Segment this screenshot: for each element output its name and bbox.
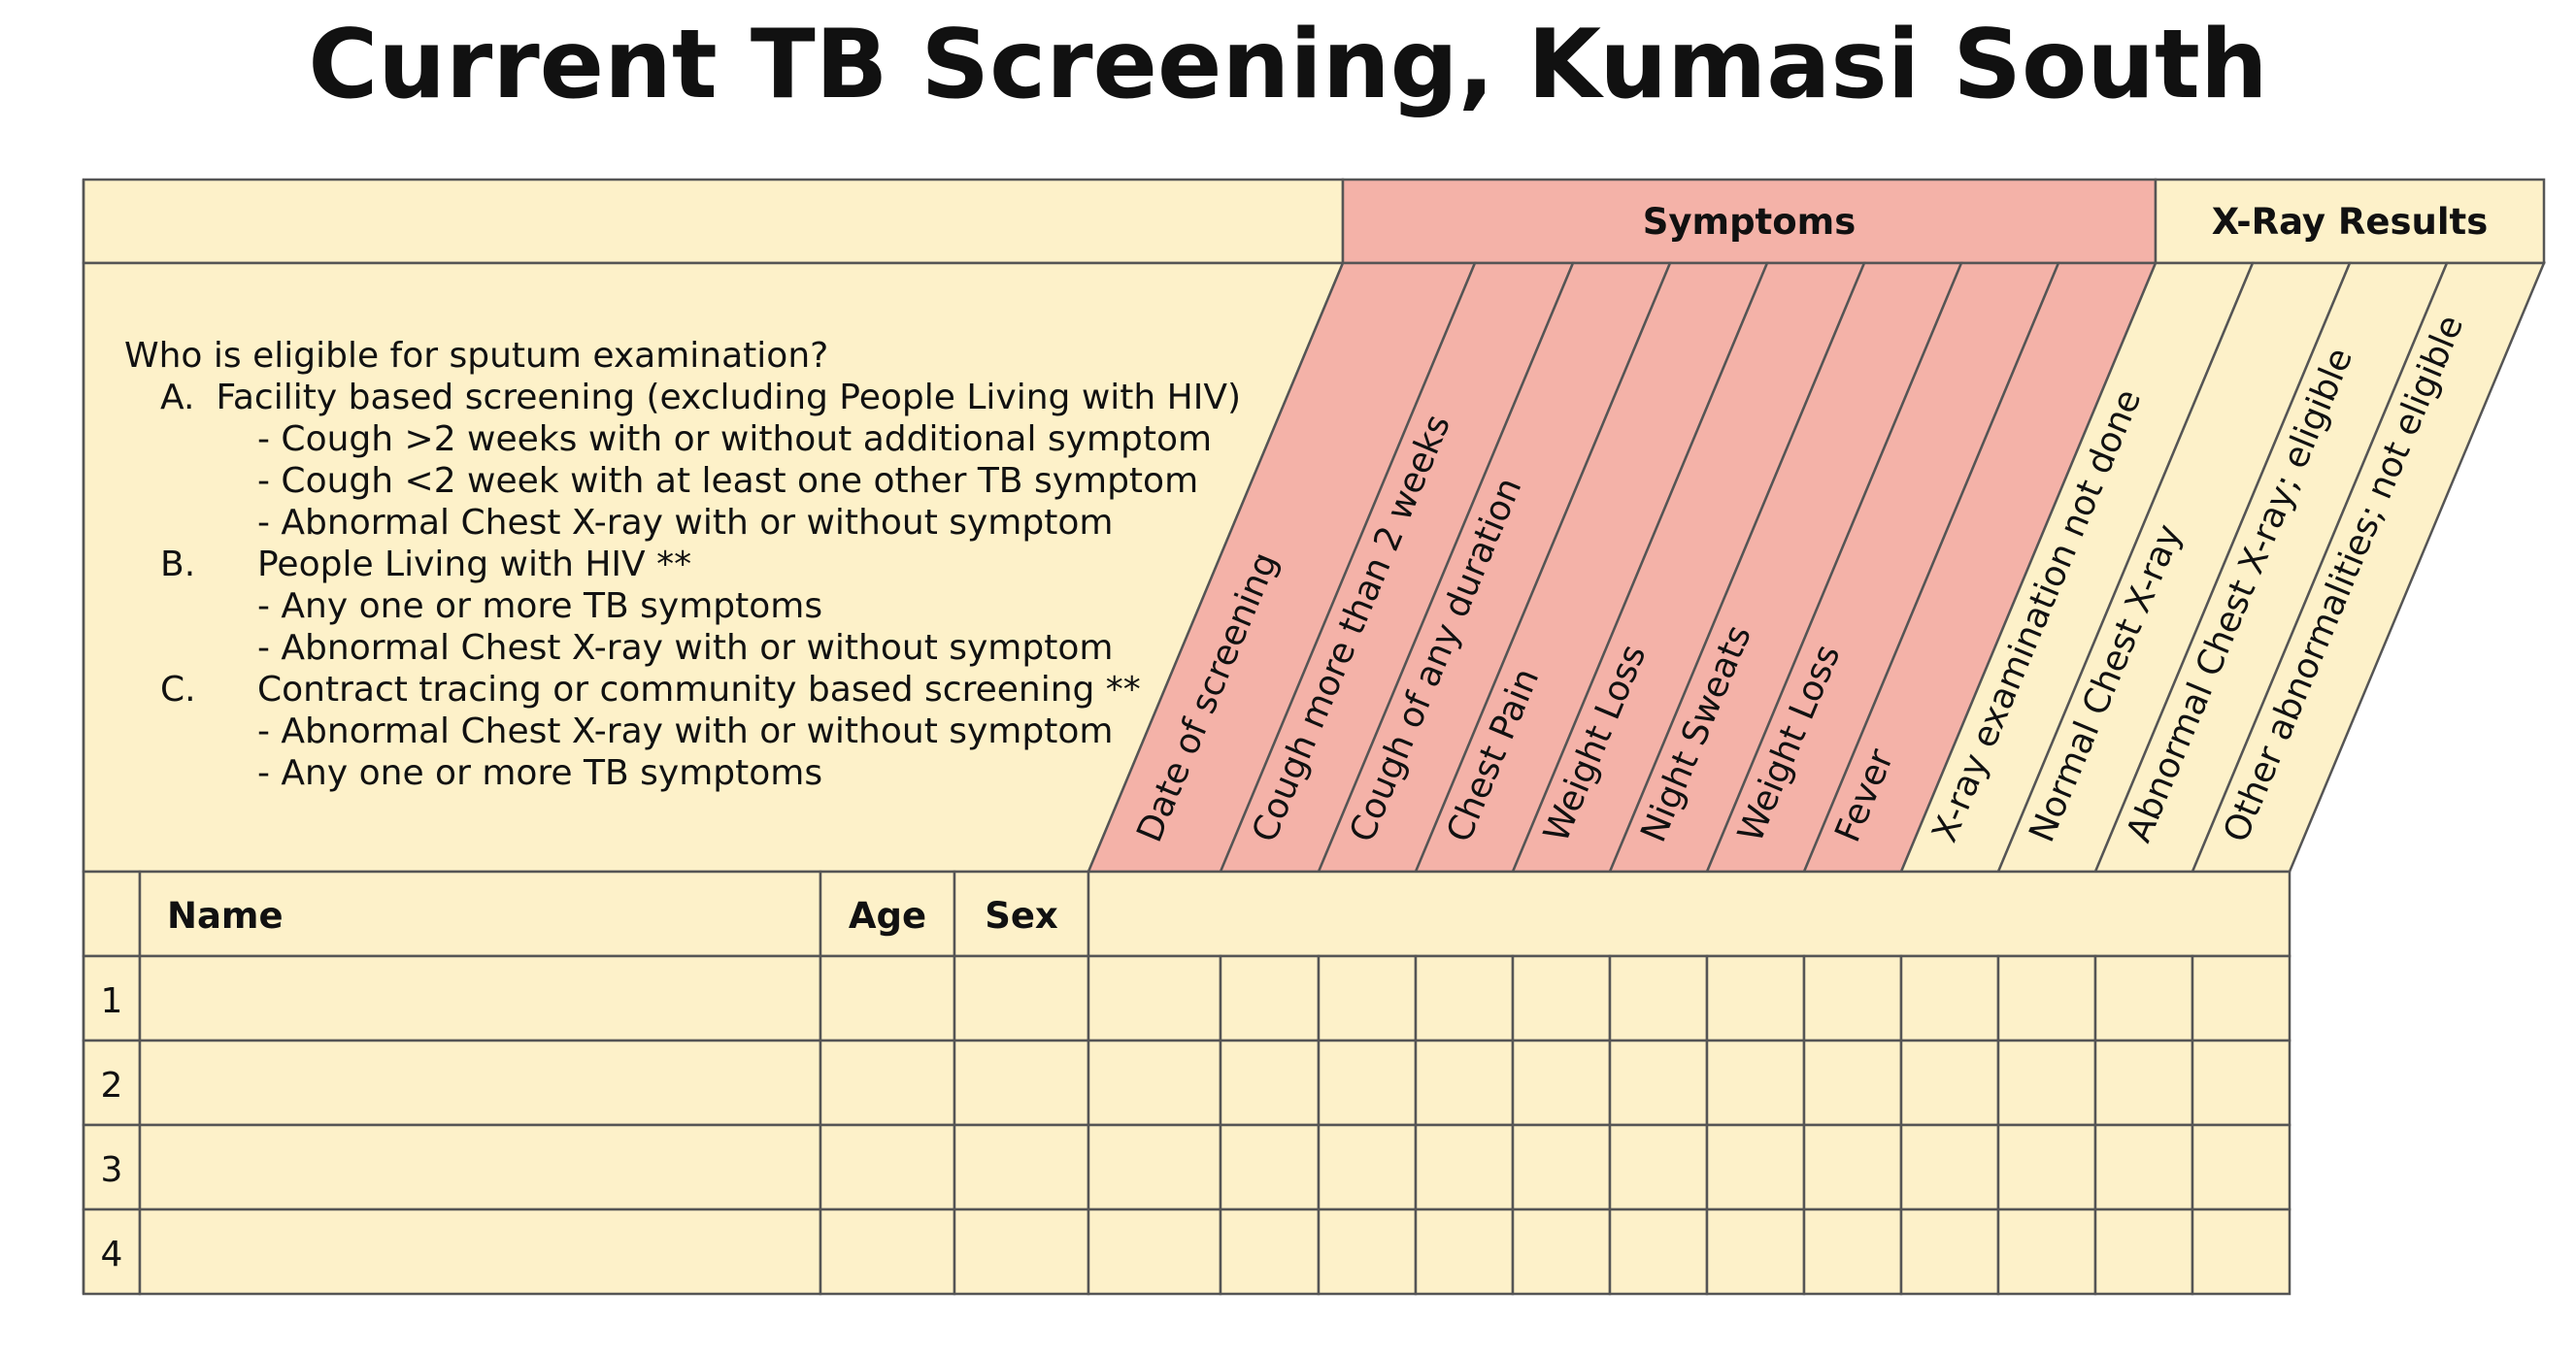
screening-input-cell[interactable] [1608, 1123, 1709, 1211]
screening-input-cell[interactable] [2191, 1039, 2292, 1127]
screening-input-cell[interactable] [1705, 954, 1806, 1042]
row-number-header [82, 870, 142, 958]
screening-input-cell[interactable] [1608, 954, 1709, 1042]
screening-input-cell[interactable] [1608, 1207, 1709, 1296]
screening-input-cell[interactable] [1899, 1207, 2000, 1296]
screening-input-cell[interactable] [1899, 954, 2000, 1042]
sex-input-cell[interactable] [953, 1123, 1090, 1211]
screening-input-cell[interactable] [1414, 1123, 1515, 1211]
criteria-item-a: A. Facility based screening (excluding P… [124, 377, 1241, 418]
criteria-sub: - Any one or more TB symptoms [257, 753, 823, 793]
header-blank-cell [82, 178, 1345, 265]
screening-input-cell[interactable] [1414, 1207, 1515, 1296]
symptoms-group-label: Symptoms [1643, 201, 1857, 243]
checkbox-header-blank [1087, 870, 2292, 958]
sex-input-cell[interactable] [953, 1039, 1090, 1127]
screening-input-cell[interactable] [1511, 954, 1612, 1042]
name-column-header: Name [167, 895, 284, 937]
age-input-cell[interactable] [819, 1039, 956, 1127]
screening-input-cell[interactable] [1996, 1123, 2097, 1211]
name-input-cell[interactable] [138, 1039, 822, 1127]
row-number: 1 [101, 981, 123, 1021]
row-number: 3 [101, 1150, 123, 1190]
screening-input-cell[interactable] [1996, 1039, 2097, 1127]
criteria-letter: A. [160, 378, 195, 417]
screening-input-cell[interactable] [1219, 1123, 1321, 1211]
screening-input-cell[interactable] [1087, 1123, 1222, 1211]
screening-input-cell[interactable] [1705, 1123, 1806, 1211]
age-column-header: Age [849, 895, 926, 937]
screening-input-cell[interactable] [1087, 954, 1222, 1042]
screening-input-cell[interactable] [2191, 1207, 2292, 1296]
screening-input-cell[interactable] [1219, 1039, 1321, 1127]
screening-input-cell[interactable] [1899, 1123, 2000, 1211]
screening-input-cell[interactable] [2093, 1123, 2194, 1211]
eligibility-question: Who is eligible for sputum examination? [124, 336, 829, 376]
age-input-cell[interactable] [819, 954, 956, 1042]
criteria-text: Facility based screening (excluding Peop… [216, 378, 1241, 417]
screening-input-cell[interactable] [2191, 1123, 2292, 1211]
sex-column-header: Sex [985, 895, 1058, 937]
criteria-sub: - Abnormal Chest X-ray with or without s… [257, 628, 1114, 668]
age-input-cell[interactable] [819, 1123, 956, 1211]
criteria-item-c: C. Contract tracing or community based s… [124, 669, 1241, 711]
name-input-cell[interactable] [138, 1123, 822, 1211]
sex-input-cell[interactable] [953, 954, 1090, 1042]
screening-input-cell[interactable] [1802, 1123, 1903, 1211]
screening-input-cell[interactable] [1802, 1039, 1903, 1127]
criteria-item-b: B. People Living with HIV ** [124, 544, 1241, 585]
xray-group-label: X-Ray Results [2212, 201, 2489, 243]
screening-input-cell[interactable] [2093, 954, 2194, 1042]
screening-input-cell[interactable] [1317, 1039, 1418, 1127]
screening-input-cell[interactable] [1317, 954, 1418, 1042]
screening-input-cell[interactable] [1087, 1039, 1222, 1127]
screening-input-cell[interactable] [1219, 1207, 1321, 1296]
screening-input-cell[interactable] [1802, 954, 1903, 1042]
screening-input-cell[interactable] [2093, 1039, 2194, 1127]
row-number: 4 [101, 1235, 123, 1274]
criteria-text: Contract tracing or community based scre… [257, 670, 1141, 710]
criteria-sub: - Any one or more TB symptoms [257, 586, 823, 626]
age-input-cell[interactable] [819, 1207, 956, 1296]
screening-input-cell[interactable] [1317, 1207, 1418, 1296]
screening-input-cell[interactable] [1996, 1207, 2097, 1296]
name-input-cell[interactable] [138, 1207, 822, 1296]
screening-input-cell[interactable] [1705, 1207, 1806, 1296]
screening-input-cell[interactable] [1802, 1207, 1903, 1296]
screening-input-cell[interactable] [2191, 954, 2292, 1042]
sex-input-cell[interactable] [953, 1207, 1090, 1296]
screening-input-cell[interactable] [1087, 1207, 1222, 1296]
criteria-sub: - Cough >2 weeks with or without additio… [257, 419, 1213, 459]
screening-input-cell[interactable] [1414, 1039, 1515, 1127]
screening-input-cell[interactable] [1317, 1123, 1418, 1211]
screening-input-cell[interactable] [1608, 1039, 1709, 1127]
screening-input-cell[interactable] [2093, 1207, 2194, 1296]
criteria-letter: B. [160, 545, 196, 584]
screening-input-cell[interactable] [1511, 1207, 1612, 1296]
criteria-sub: - Abnormal Chest X-ray with or without s… [257, 711, 1114, 751]
screening-input-cell[interactable] [1414, 954, 1515, 1042]
screening-input-cell[interactable] [1511, 1123, 1612, 1211]
criteria-sub: - Abnormal Chest X-ray with or without s… [257, 503, 1114, 543]
screening-input-cell[interactable] [1219, 954, 1321, 1042]
screening-input-cell[interactable] [1705, 1039, 1806, 1127]
eligibility-criteria: Who is eligible for sputum examination? … [124, 335, 1241, 794]
name-input-cell[interactable] [138, 954, 822, 1042]
criteria-letter: C. [160, 670, 196, 710]
screening-input-cell[interactable] [1511, 1039, 1612, 1127]
screening-input-cell[interactable] [1899, 1039, 2000, 1127]
row-number: 2 [101, 1066, 123, 1106]
criteria-sub: - Cough <2 week with at least one other … [257, 461, 1199, 501]
criteria-text: People Living with HIV ** [257, 545, 692, 584]
screening-input-cell[interactable] [1996, 954, 2097, 1042]
